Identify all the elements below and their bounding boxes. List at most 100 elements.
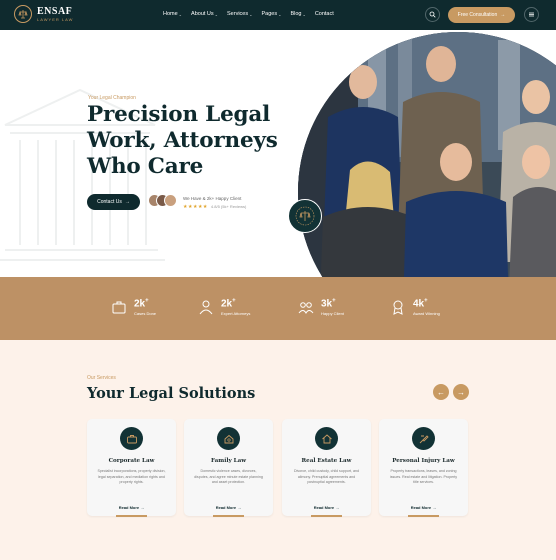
service-card-personal-injury[interactable]: Personal Injury Law Property transaction… [379, 419, 468, 517]
stat-value: 2k [221, 298, 233, 310]
services-eyebrow: Our Services [87, 375, 116, 381]
card-accent-line [311, 515, 342, 517]
chevron-down-icon: ⌄ [278, 11, 282, 17]
read-more-link[interactable]: Read More → [282, 505, 371, 510]
chevron-down-icon: ⌄ [302, 11, 306, 17]
injury-icon [412, 427, 435, 450]
rating-stars: ★★★★★ 4.8/5 (5k+ Reviews) [183, 204, 246, 210]
arrow-right-icon: → [500, 12, 506, 18]
service-card-family[interactable]: Family Law Domestic violence cases, divo… [184, 419, 273, 517]
brand-logo[interactable]: ENSAF LAWYER LAW [14, 5, 73, 23]
nav-contact[interactable]: Contact [315, 11, 334, 17]
arrow-right-icon: → [335, 505, 340, 510]
main-nav: Home ⌄ About Us ⌄ Services ⌄ Pages ⌄ Blog ⌄ C… [163, 11, 334, 17]
read-more-label: Read More [118, 505, 140, 510]
arrow-right-icon: → [237, 505, 242, 510]
stat-clients: 3k+ Happy Client [297, 298, 344, 316]
case-icon [112, 301, 126, 314]
card-desc: Divorce, child custody, child support, a… [293, 469, 360, 485]
stat-cases: 2k+ Cases Done [110, 298, 156, 316]
stat-suffix: + [332, 298, 336, 304]
nav-services[interactable]: Services ⌄ [227, 11, 252, 17]
card-accent-line [213, 515, 244, 517]
nav-services-label: Services [227, 11, 249, 17]
hamburger-icon [529, 12, 534, 17]
nav-pages[interactable]: Pages ⌄ [261, 11, 281, 17]
stat-label: Expert Attorneys [221, 311, 251, 317]
card-title: Corporate Law [108, 458, 155, 464]
contact-us-button[interactable]: Contact Us → [87, 194, 140, 210]
stat-label: Award Winning [413, 311, 440, 317]
brand-tagline: LAWYER LAW [37, 16, 74, 22]
nav-home-label: Home [163, 11, 178, 17]
attorneys-team-photo [298, 32, 556, 277]
stats-bar: 2k+ Cases Done 2k+ Expert Attorneys 3k+ Hap… [0, 277, 556, 340]
card-desc: Domestic violence cases, divorces, dispu… [194, 469, 263, 485]
top-navbar: ENSAF LAWYER LAW Home ⌄ About Us ⌄ Service… [0, 0, 556, 30]
avatar [164, 194, 177, 207]
briefcase-icon [120, 427, 143, 450]
family-icon [217, 427, 240, 450]
stat-suffix: + [424, 298, 428, 304]
nav-pages-label: Pages [261, 11, 278, 17]
hero-title: Precision Legal Work, Attorneys Who Care [87, 102, 278, 179]
brand-name: ENSAF [37, 5, 73, 17]
card-accent-line [408, 515, 439, 517]
nav-home[interactable]: Home ⌄ [163, 11, 182, 17]
chevron-down-icon: ⌄ [178, 11, 183, 17]
clients-icon [298, 302, 314, 315]
arrow-right-icon: → [140, 505, 145, 510]
arrow-right-icon: → [124, 199, 130, 205]
free-consultation-button[interactable]: Free Consultation → [448, 7, 515, 23]
stars-glyphs: ★★★★★ [183, 204, 208, 210]
stat-value: 2k [134, 298, 146, 310]
card-accent-line [116, 515, 147, 517]
stat-value: 4k [413, 298, 425, 310]
stat-awards: 4k+ Award Winning [389, 298, 440, 316]
nav-about-us[interactable]: About Us ⌄ [191, 11, 218, 17]
prev-slide-button[interactable]: ← [433, 384, 449, 400]
free-consultation-label: Free Consultation [457, 12, 498, 18]
happy-client-text: We Have & 2k+ Happy Client [183, 196, 242, 201]
read-more-label: Read More [410, 505, 432, 510]
search-icon [429, 11, 436, 18]
read-more-label: Read More [313, 505, 335, 510]
search-button[interactable] [425, 7, 440, 22]
read-more-label: Read More [215, 505, 237, 510]
stat-attorneys: 2k+ Expert Attorneys [197, 298, 250, 316]
nav-contact-label: Contact [314, 11, 334, 17]
read-more-link[interactable]: Read More → [184, 505, 273, 510]
read-more-link[interactable]: Read More → [87, 505, 176, 510]
service-card-real-estate[interactable]: Real Estate Law Divorce, child custody, … [282, 419, 371, 517]
menu-button[interactable] [524, 7, 539, 22]
reviews-text: 4.8/5 (5k+ Reviews) [210, 204, 247, 209]
services-title: Your Legal Solutions [87, 385, 256, 402]
hero-eyebrow: Your Legal Champion [88, 95, 136, 101]
arrow-right-icon: → [457, 387, 465, 397]
card-title: Family Law [210, 458, 247, 464]
attorney-icon [199, 300, 213, 315]
stat-label: Cases Done [134, 311, 157, 317]
chevron-down-icon: ⌄ [249, 11, 253, 17]
service-card-corporate[interactable]: Corporate Law Specialist incorporations,… [87, 419, 176, 517]
award-icon [393, 300, 403, 316]
nav-about-label: About Us [191, 11, 214, 17]
seal-badge [288, 199, 322, 233]
next-slide-button[interactable]: → [453, 384, 469, 400]
client-avatars [148, 194, 177, 207]
services-section: Our Services Your Legal Solutions ← → Co… [0, 340, 556, 560]
nav-blog[interactable]: Blog ⌄ [290, 11, 305, 17]
read-more-link[interactable]: Read More → [379, 505, 468, 510]
contact-us-label: Contact Us [97, 199, 122, 205]
hero-section: Your Legal Champion Precision Legal Work… [0, 30, 556, 277]
scales-icon [295, 206, 315, 226]
house-icon [315, 427, 338, 450]
card-title: Personal Injury Law [392, 458, 455, 464]
stat-label: Happy Client [321, 311, 344, 317]
arrow-right-icon: → [432, 505, 437, 510]
card-desc: Property transactions, leases, and zonin… [389, 469, 458, 485]
scales-icon [14, 5, 32, 23]
card-desc: Specialist incorporations, property divi… [97, 469, 166, 485]
nav-blog-label: Blog [290, 11, 302, 17]
arrow-left-icon: ← [437, 387, 445, 397]
